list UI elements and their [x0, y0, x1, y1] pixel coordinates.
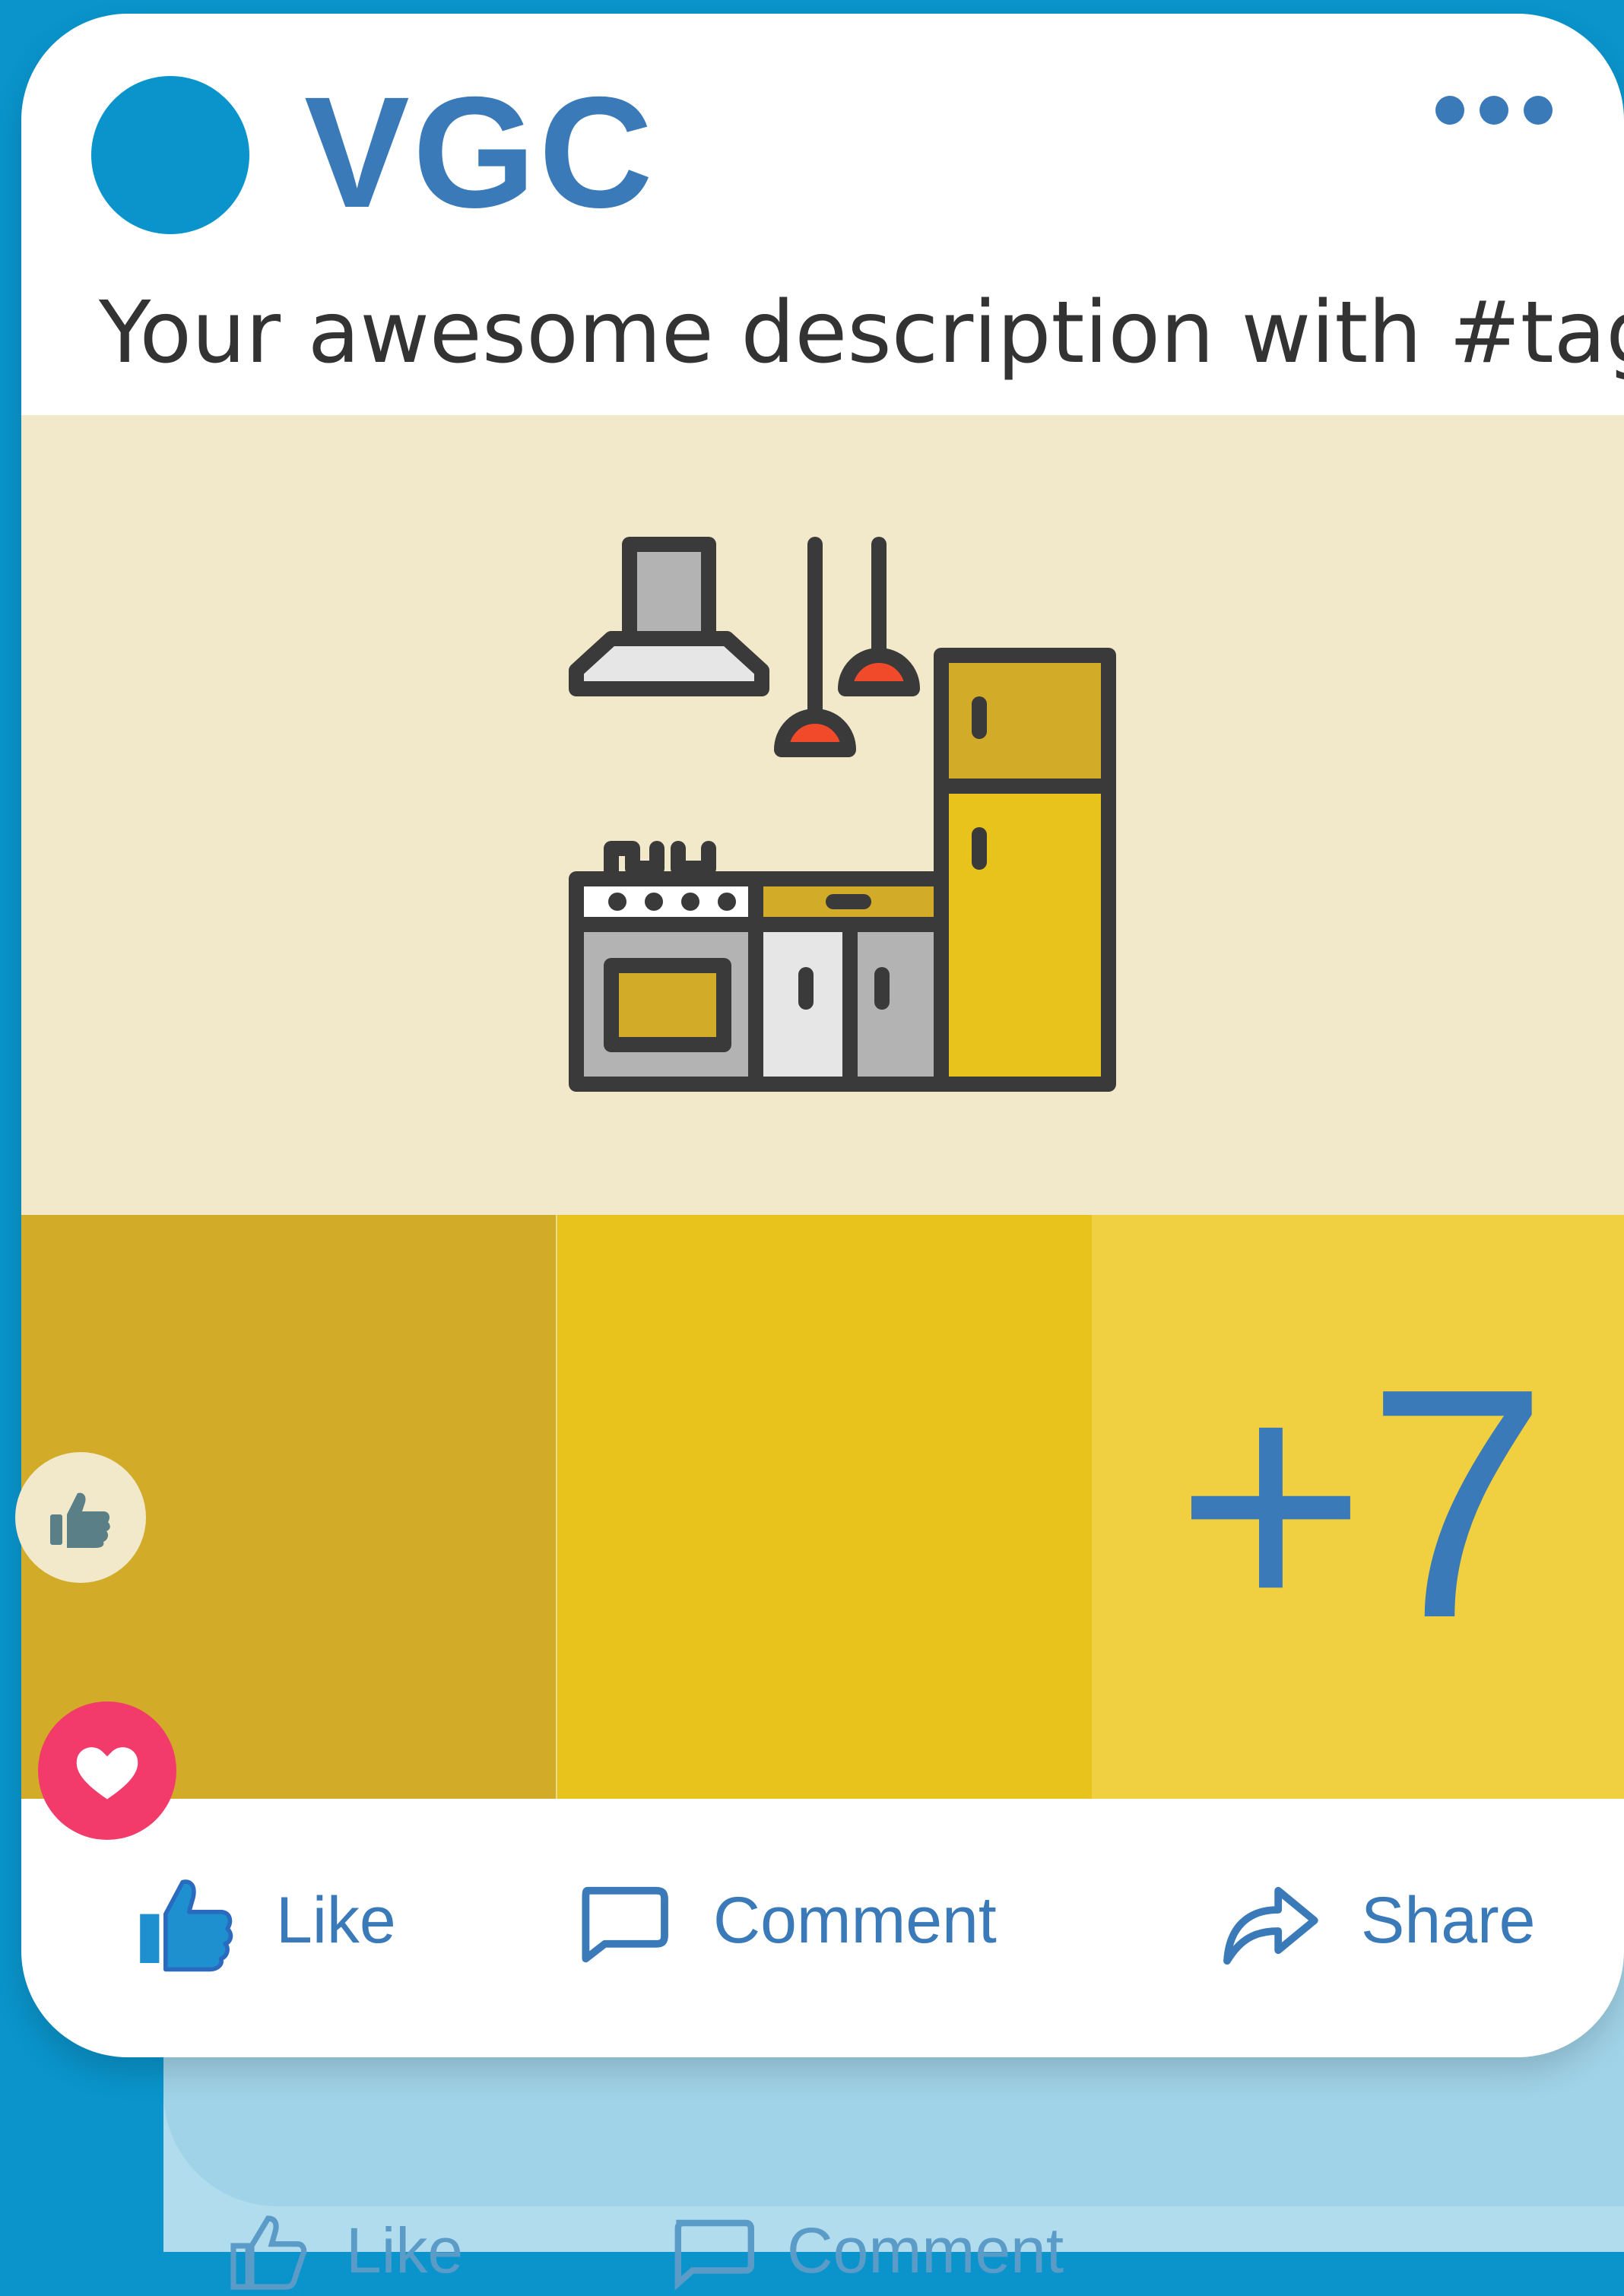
comment-bubble-icon	[582, 1886, 668, 1963]
more-photos-count: +7	[1175, 1321, 1549, 1686]
stacked-comment-action: Comment	[665, 2205, 1064, 2296]
dot	[1480, 96, 1508, 125]
dot	[1435, 96, 1464, 125]
stacked-like-action: Like	[224, 2205, 463, 2296]
share-button[interactable]: Share	[1216, 1867, 1536, 1974]
like-label: Like	[276, 1883, 396, 1957]
thumbs-up-icon	[230, 2215, 307, 2290]
thumbnail-more[interactable]: +7	[1092, 1215, 1624, 1799]
thumbs-up-reaction-icon	[50, 1492, 110, 1548]
post-card: VGC Your awesome description with #tags	[21, 14, 1624, 2057]
dot	[1524, 96, 1553, 125]
share-label: Share	[1361, 1883, 1536, 1957]
comment-label: Comment	[713, 1883, 997, 1957]
stacked-like-label: Like	[346, 2214, 464, 2286]
comment-button[interactable]: Comment	[569, 1867, 997, 1974]
thumbnail-2[interactable]	[557, 1215, 1092, 1799]
hero-image[interactable]	[21, 415, 1624, 1215]
comment-bubble-icon	[674, 2219, 754, 2291]
avatar[interactable]	[91, 76, 249, 234]
more-dots-icon[interactable]	[1435, 96, 1553, 125]
reaction-like[interactable]	[15, 1452, 146, 1583]
action-bar: Like Comment Share	[21, 1799, 1624, 2057]
brand-name[interactable]: VGC	[304, 73, 656, 233]
share-arrow-icon	[1223, 1886, 1318, 1965]
like-button[interactable]: Like	[132, 1867, 396, 1974]
thumbnail-strip: +7	[21, 1215, 1624, 1799]
post-description: Your awesome description with #tags	[99, 284, 1624, 382]
kitchen-icon	[569, 537, 1116, 1092]
stacked-comment-label: Comment	[787, 2214, 1064, 2286]
heart-reaction-icon	[76, 1747, 138, 1800]
reaction-love[interactable]	[38, 1701, 176, 1840]
stacked-card-back-actions: Like Comment	[224, 2205, 1624, 2296]
thumbs-up-icon	[140, 1879, 233, 1972]
